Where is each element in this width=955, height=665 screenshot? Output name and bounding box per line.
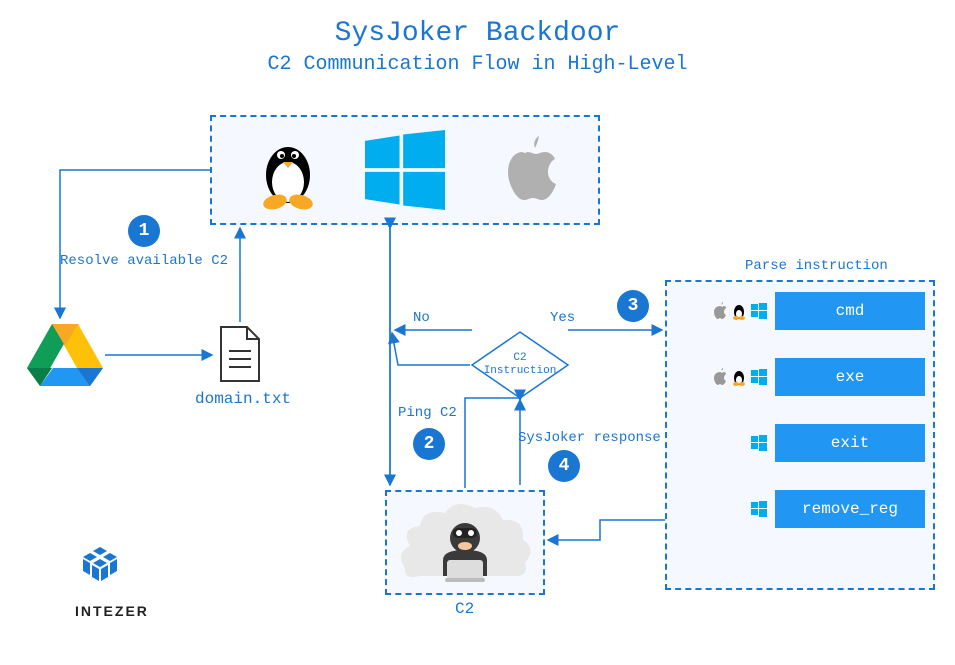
cmd-row: remove_reg bbox=[675, 490, 925, 528]
intezer-cube-icon bbox=[75, 545, 125, 595]
intezer-text: INTEZER bbox=[75, 603, 149, 619]
decision-label-top: C2 bbox=[513, 352, 526, 364]
step-2-label: Ping C2 bbox=[398, 405, 457, 421]
step-1-label: Resolve available C2 bbox=[60, 253, 228, 269]
hacker-icon bbox=[395, 498, 535, 588]
remove-reg-button: remove_reg bbox=[775, 490, 925, 528]
windows-icon bbox=[751, 501, 767, 517]
step-1-badge: 1 bbox=[128, 215, 160, 247]
apple-icon bbox=[711, 302, 727, 320]
windows-icon bbox=[751, 303, 767, 319]
cmd-row: cmd bbox=[675, 292, 925, 330]
decision-no-label: No bbox=[413, 310, 430, 326]
step-4-badge: 4 bbox=[548, 450, 580, 482]
cmd-button: cmd bbox=[775, 292, 925, 330]
decision-label-bottom: Instruction bbox=[484, 365, 557, 377]
step-3-badge: 3 bbox=[617, 290, 649, 322]
page-subtitle: C2 Communication Flow in High-Level bbox=[0, 53, 955, 76]
cmd-row: exit bbox=[675, 424, 925, 462]
os-platforms-box bbox=[210, 115, 600, 225]
domain-file-label: domain.txt bbox=[195, 390, 291, 408]
windows-icon bbox=[751, 435, 767, 451]
exit-button: exit bbox=[775, 424, 925, 462]
linux-icon bbox=[731, 368, 747, 386]
gdrive-icon bbox=[25, 320, 105, 390]
decision-yes-label: Yes bbox=[550, 310, 575, 326]
file-icon bbox=[215, 325, 265, 385]
linux-icon bbox=[253, 130, 323, 210]
exe-button: exe bbox=[775, 358, 925, 396]
parse-title: Parse instruction bbox=[745, 258, 888, 274]
intezer-logo: INTEZER bbox=[75, 545, 149, 619]
c2-box bbox=[385, 490, 545, 595]
apple-icon bbox=[487, 130, 557, 210]
c2-label: C2 bbox=[455, 600, 474, 618]
step-4-label: SysJoker response bbox=[518, 430, 661, 446]
decision-diamond: C2 Instruction bbox=[470, 330, 570, 400]
windows-icon bbox=[751, 369, 767, 385]
parse-box: cmd exe exit remove_reg bbox=[665, 280, 935, 590]
apple-icon bbox=[711, 368, 727, 386]
linux-icon bbox=[731, 302, 747, 320]
windows-icon bbox=[365, 130, 445, 210]
page-title: SysJoker Backdoor bbox=[0, 0, 955, 49]
step-2-badge: 2 bbox=[413, 428, 445, 460]
cmd-row: exe bbox=[675, 358, 925, 396]
